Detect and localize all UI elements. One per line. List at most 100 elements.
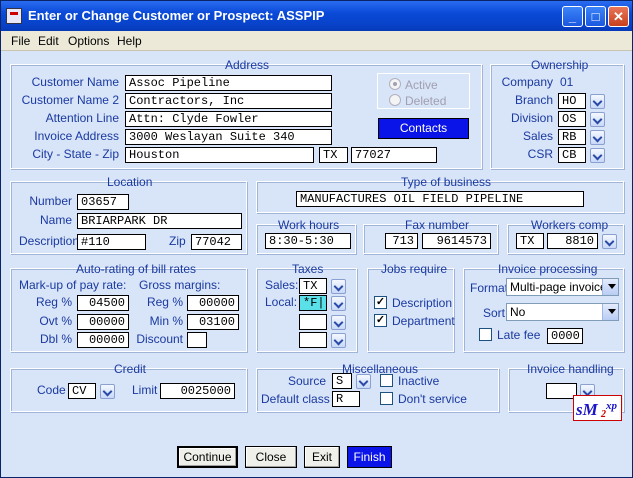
city-state-zip-label: City - State - Zip <box>32 147 119 161</box>
credit-code-input[interactable]: CV <box>68 383 96 399</box>
location-number-input[interactable]: 03657 <box>77 194 129 210</box>
invoice-address-label: Invoice Address <box>34 129 119 143</box>
gross-min-input[interactable]: 03100 <box>187 314 239 330</box>
smxp-logo: sM 2 xp <box>573 395 622 421</box>
location-name-input[interactable]: BRIARPARK DR <box>77 213 242 229</box>
discount-label: Discount <box>136 332 183 346</box>
source-dropdown-icon[interactable] <box>356 374 371 389</box>
workers-comp-code-input[interactable]: 8810 <box>547 233 598 249</box>
fax-title: Fax number <box>405 218 470 232</box>
location-zip-input[interactable]: 77042 <box>191 234 242 250</box>
sort-select[interactable]: No <box>506 303 619 321</box>
sort-label: Sort <box>483 306 506 320</box>
customer-name-label: Customer Name <box>31 75 119 89</box>
gross-margins-label: Gross margins: <box>139 278 221 292</box>
window-title: Enter or Change Customer or Prospect: AS… <box>28 8 325 23</box>
local-tax3-input[interactable] <box>299 332 327 348</box>
customer-name2-label: Customer Name 2 <box>21 93 119 107</box>
customer-name2-input[interactable]: Contractors, Inc <box>125 93 332 109</box>
description-checkbox[interactable]: ✓ <box>374 296 387 309</box>
branch-label: Branch <box>514 93 553 107</box>
format-select[interactable]: Multi-page invoice <box>506 278 619 296</box>
department-checkbox[interactable]: ✓ <box>374 314 387 327</box>
credit-limit-input[interactable]: 0025000 <box>160 383 235 399</box>
menu-file[interactable]: File <box>11 34 30 48</box>
markup-dbl-input[interactable]: 00000 <box>77 332 129 348</box>
source-label: Source <box>287 374 326 388</box>
local-tax2-input[interactable] <box>299 314 327 330</box>
workers-comp-dropdown-icon[interactable] <box>602 234 617 249</box>
company-label: Company <box>501 75 553 89</box>
csr-input[interactable]: CB <box>558 147 586 163</box>
markup-ovt-input[interactable]: 00000 <box>77 314 129 330</box>
customer-name-input[interactable]: Assoc Pipeline <box>125 75 332 91</box>
branch-dropdown-icon[interactable] <box>590 94 605 109</box>
maximize-button[interactable]: □ <box>585 6 606 27</box>
location-description-input[interactable]: #110 <box>77 234 146 250</box>
attention-line-input[interactable]: Attn: Clyde Fowler <box>125 111 332 127</box>
svg-text:xp: xp <box>605 400 618 412</box>
default-class-input[interactable]: R <box>332 391 360 407</box>
deleted-radio <box>389 94 401 106</box>
menu-edit[interactable]: Edit <box>38 34 59 48</box>
late-fee-checkbox[interactable] <box>479 328 492 341</box>
branch-input[interactable]: HO <box>558 93 586 109</box>
ownership-title: Ownership <box>531 58 589 72</box>
sort-chevron-down-icon[interactable] <box>602 304 618 320</box>
close-button[interactable]: Close <box>245 446 297 468</box>
contacts-button[interactable]: Contacts <box>378 118 469 139</box>
credit-title: Credit <box>114 362 147 376</box>
location-title: Location <box>107 175 153 189</box>
sales-tax-dropdown-icon[interactable] <box>331 279 346 294</box>
gross-reg-label: Reg % <box>146 295 183 309</box>
division-dropdown-icon[interactable] <box>590 112 605 127</box>
format-value: Multi-page invoice <box>510 280 607 294</box>
number-label: Number <box>29 194 72 208</box>
gross-reg-input[interactable]: 00000 <box>187 295 239 311</box>
sales-tax-label: Sales: <box>265 278 299 292</box>
format-chevron-down-icon[interactable] <box>602 279 618 295</box>
state-input[interactable]: TX <box>319 147 348 163</box>
sales-input[interactable]: RB <box>558 129 586 145</box>
menu-options[interactable]: Options <box>68 34 109 48</box>
minimize-icon: _ <box>568 9 577 24</box>
division-input[interactable]: OS <box>558 111 586 127</box>
continue-button[interactable]: Continue <box>177 446 238 468</box>
workers-comp-state-input[interactable]: TX <box>516 233 544 249</box>
inactive-checkbox[interactable] <box>380 374 393 387</box>
zip-input[interactable]: 77027 <box>351 147 437 163</box>
local-tax2-dropdown-icon[interactable] <box>331 315 346 330</box>
business-type-input[interactable]: MANUFACTURES OIL FIELD PIPELINE <box>296 191 584 207</box>
discount-input[interactable] <box>187 332 207 348</box>
credit-code-dropdown-icon[interactable] <box>100 384 115 399</box>
city-input[interactable]: Houston <box>125 147 314 163</box>
local-tax-label: Local: <box>265 295 298 309</box>
late-fee-label: Late fee <box>497 328 541 342</box>
sales-dropdown-icon[interactable] <box>590 130 605 145</box>
minimize-button[interactable]: _ <box>562 6 583 27</box>
company-value: 01 <box>560 75 574 89</box>
invoice-address-input[interactable]: 3000 Weslayan Suite 340 <box>125 129 332 145</box>
local-tax3-dropdown-icon[interactable] <box>331 333 346 348</box>
jobs-title: Jobs require <box>381 262 448 276</box>
sort-value: No <box>510 305 526 319</box>
description-label: Description <box>19 234 80 248</box>
sales-label: Sales <box>522 129 553 143</box>
dont-service-checkbox[interactable] <box>380 392 393 405</box>
exit-button[interactable]: Exit <box>304 446 340 468</box>
local-tax-dropdown-icon[interactable] <box>331 296 346 311</box>
source-input[interactable]: S <box>332 373 352 389</box>
fax-number-input[interactable]: 9614573 <box>422 233 491 249</box>
title-bar[interactable]: Enter or Change Customer or Prospect: AS… <box>1 1 632 31</box>
menu-help[interactable]: Help <box>117 34 142 48</box>
finish-button[interactable]: Finish <box>347 446 392 468</box>
close-window-button[interactable]: ✕ <box>608 6 629 27</box>
active-radio <box>389 78 401 90</box>
sales-tax-input[interactable]: TX <box>299 278 327 294</box>
late-fee-input[interactable]: 0000 <box>547 328 583 344</box>
local-tax-input[interactable]: *F| <box>299 295 327 311</box>
csr-dropdown-icon[interactable] <box>590 148 605 163</box>
markup-reg-input[interactable]: 04500 <box>77 295 129 311</box>
work-hours-input[interactable]: 8:30-5:30 <box>265 233 351 249</box>
fax-area-input[interactable]: 713 <box>385 233 418 249</box>
